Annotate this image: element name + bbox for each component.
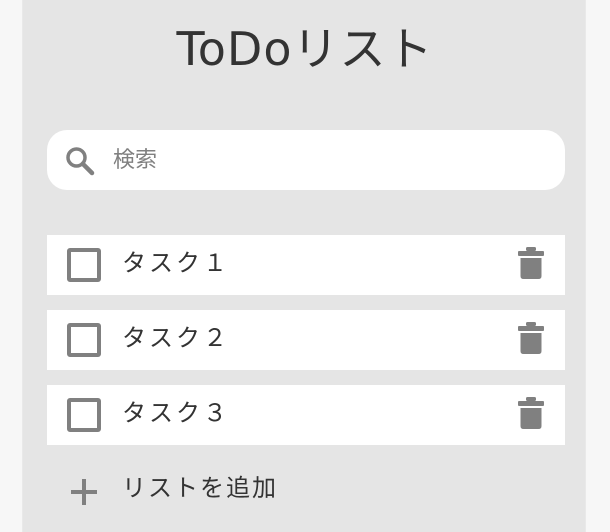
task-label: タスク１ [122, 249, 230, 277]
search-input[interactable] [113, 130, 543, 190]
trash-icon[interactable] [518, 322, 544, 354]
trash-icon[interactable] [518, 397, 544, 429]
page-title: ToDoリスト [176, 22, 434, 76]
add-list-label: リストを追加 [122, 474, 278, 502]
task-checkbox[interactable] [67, 398, 101, 432]
task-checkbox[interactable] [67, 248, 101, 282]
task-checkbox[interactable] [67, 323, 101, 357]
task-item: タスク１ [47, 235, 565, 295]
task-list: タスク１ タスク２ タスク３ [47, 235, 565, 460]
task-item: タスク２ [47, 310, 565, 370]
search-box[interactable] [47, 130, 565, 190]
trash-icon[interactable] [518, 247, 544, 279]
task-label: タスク３ [122, 399, 230, 427]
add-list-button[interactable]: リストを追加 [47, 460, 327, 520]
todo-panel: ToDoリスト タスク１ タスク２ [22, 0, 586, 532]
search-icon [66, 147, 95, 176]
plus-icon [71, 479, 97, 505]
task-label: タスク２ [122, 324, 230, 352]
task-item: タスク３ [47, 385, 565, 445]
